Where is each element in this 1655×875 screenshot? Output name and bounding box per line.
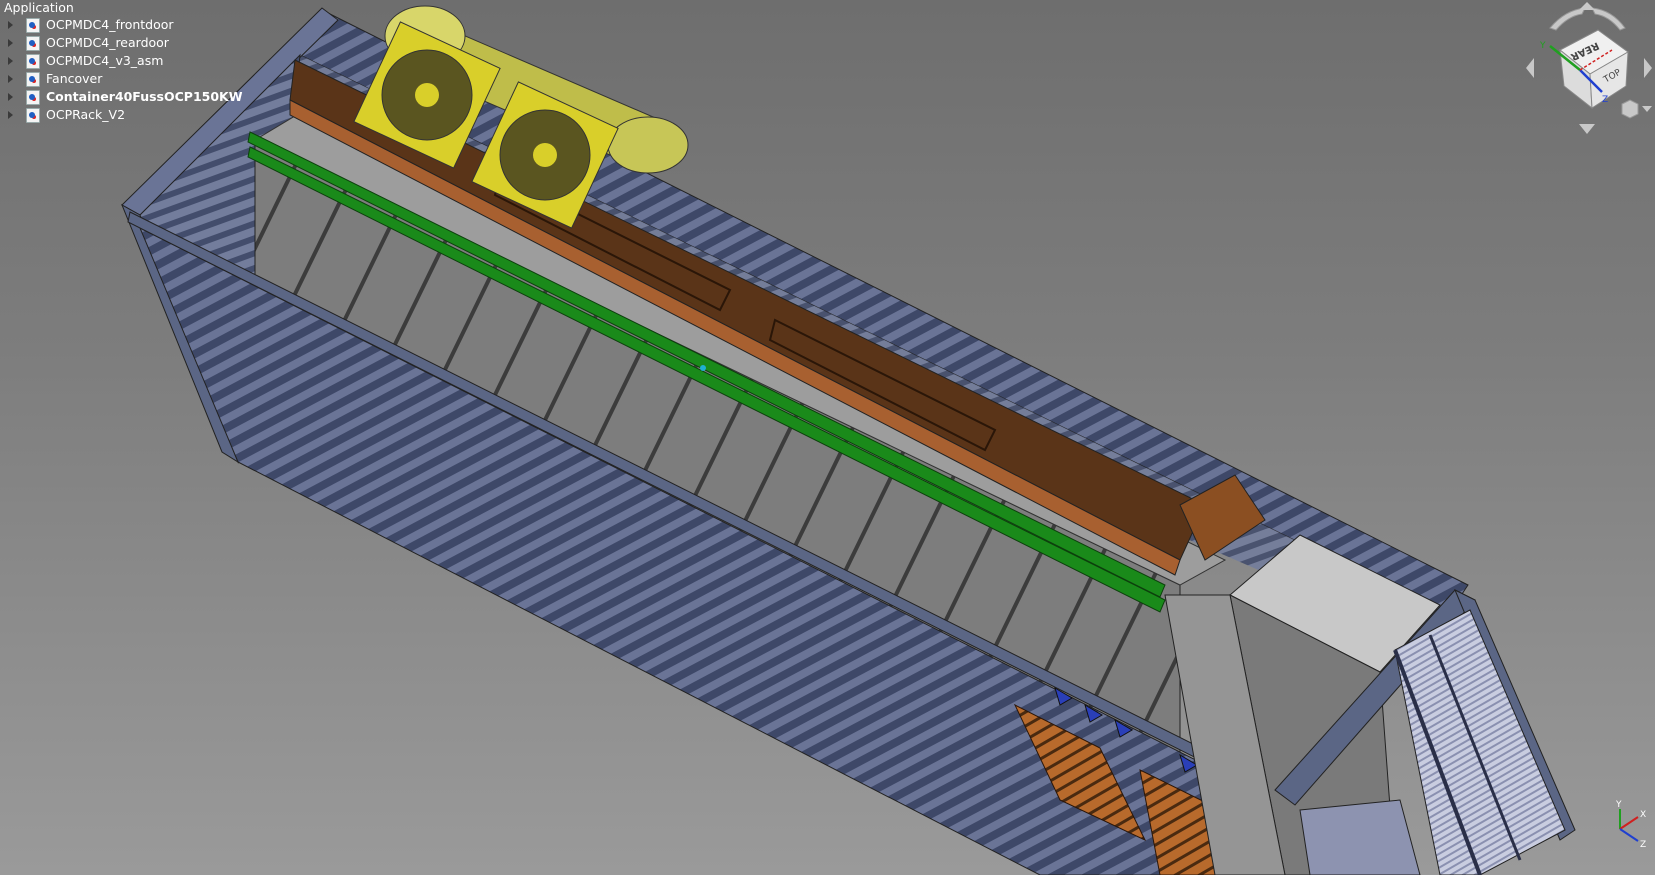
axis-y-label: Y (1615, 800, 1622, 810)
tree-item-reardoor[interactable]: OCPMDC4_reardoor (0, 34, 260, 52)
expand-arrow-icon[interactable] (8, 93, 13, 101)
part-document-icon (26, 36, 40, 51)
pivot-marker (700, 365, 706, 371)
view-menu-cube-icon[interactable] (1621, 99, 1639, 119)
model-tree: Application OCPMDC4_frontdoor OCPMDC4_re… (0, 0, 260, 124)
axis-indicator: Y X Z (1615, 800, 1646, 850)
tree-item-label: OCPMDC4_v3_asm (46, 53, 164, 68)
tree-item-label: Fancover (46, 71, 103, 86)
cube-axis-y: Y (1539, 41, 1546, 51)
part-document-icon (26, 108, 40, 123)
tree-item-label: OCPMDC4_frontdoor (46, 17, 174, 32)
expand-arrow-icon[interactable] (8, 111, 13, 119)
view-cube[interactable]: REAR TOP (1559, 29, 1629, 110)
tree-item-asm[interactable]: OCPMDC4_v3_asm (0, 52, 260, 70)
expand-arrow-icon[interactable] (8, 57, 13, 65)
pan-right-arrow-icon[interactable] (1644, 58, 1652, 78)
rotate-left-arrow-icon[interactable] (1549, 7, 1586, 31)
tree-item-rack[interactable]: OCPRack_V2 (0, 106, 260, 124)
rotate-right-arrow-icon[interactable] (1591, 7, 1626, 31)
part-document-icon (26, 90, 40, 105)
tree-item-container-active[interactable]: Container40FussOCP150KW (0, 88, 260, 106)
expand-arrow-icon[interactable] (8, 21, 13, 29)
pan-down-arrow-icon[interactable] (1579, 124, 1595, 134)
expand-arrow-icon[interactable] (8, 75, 13, 83)
cube-axis-z: Z (1602, 95, 1608, 105)
navigation-cube[interactable]: REAR TOP Y Z (1520, 0, 1655, 135)
view-menu-dropdown-icon[interactable] (1642, 106, 1652, 112)
part-document-icon (26, 54, 40, 69)
tree-item-label: OCPRack_V2 (46, 107, 126, 122)
tree-item-frontdoor[interactable]: OCPMDC4_frontdoor (0, 16, 260, 34)
tree-item-label: Container40FussOCP150KW (46, 89, 243, 104)
tree-item-label: OCPMDC4_reardoor (46, 35, 169, 50)
3d-viewport[interactable] (0, 0, 1655, 875)
axis-x-label: X (1640, 810, 1646, 820)
tree-item-fancover[interactable]: Fancover (0, 70, 260, 88)
pan-left-arrow-icon[interactable] (1526, 58, 1534, 78)
expand-arrow-icon[interactable] (8, 39, 13, 47)
tree-root-label: Application (4, 0, 74, 15)
pan-up-arrow-icon[interactable] (1579, 2, 1595, 10)
axis-z-label: Z (1640, 840, 1646, 850)
part-document-icon (26, 18, 40, 33)
part-document-icon (26, 72, 40, 87)
